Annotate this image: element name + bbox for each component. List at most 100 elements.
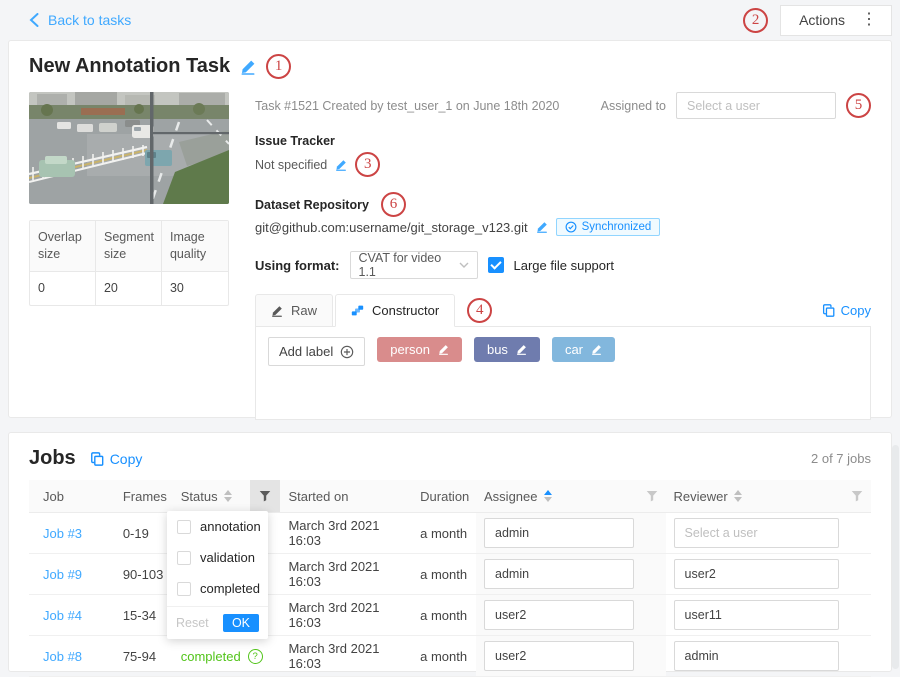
param-header-quality: Image quality: [162, 221, 228, 271]
edit-issue-tracker-icon[interactable]: [335, 159, 347, 171]
status-filter-button[interactable]: [250, 480, 280, 512]
task-meta-text: Task #1521 Created by test_user_1 on Jun…: [255, 99, 559, 113]
param-value-quality: 30: [162, 272, 228, 305]
annotation-circle-5: 5: [846, 93, 871, 118]
dataset-repository-label: Dataset Repository: [255, 198, 369, 212]
top-bar: Back to tasks 2 Actions ⋮: [0, 0, 900, 40]
filter-option-validation[interactable]: validation: [167, 542, 268, 573]
job-link[interactable]: Job #3: [43, 526, 82, 541]
job-frames: 0-19: [123, 526, 149, 541]
job-row: Job #4 15-34 March 3rd 2021 16:03 a mont…: [29, 595, 871, 636]
assignee-input[interactable]: [484, 559, 634, 589]
issue-tracker-value: Not specified: [255, 158, 327, 172]
task-title: New Annotation Task: [29, 55, 230, 78]
format-select[interactable]: CVAT for video 1.1: [350, 251, 478, 279]
filter-icon: [259, 490, 271, 502]
checkbox-validation[interactable]: [177, 551, 191, 565]
job-frames: 75-94: [123, 649, 156, 664]
label-chip-person[interactable]: person: [377, 337, 462, 362]
job-link[interactable]: Job #9: [43, 567, 82, 582]
jobs-table: Job Frames Status Started on Duration As…: [29, 480, 871, 677]
param-header-segment: Segment size: [96, 221, 162, 271]
question-circle-icon[interactable]: ?: [248, 649, 263, 664]
checkbox-completed[interactable]: [177, 582, 191, 596]
back-link-label: Back to tasks: [48, 12, 131, 28]
col-frames: Frames: [123, 489, 167, 504]
job-duration: a month: [420, 526, 467, 541]
jobs-title: Jobs: [29, 447, 76, 470]
annotation-circle-3: 3: [355, 152, 380, 177]
job-row: Job #3 0-19 March 3rd 2021 16:03 a month: [29, 513, 871, 554]
assigned-to-label: Assigned to: [601, 99, 666, 113]
synchronized-badge: Synchronized: [556, 218, 661, 236]
label-chip-car[interactable]: car: [552, 337, 615, 362]
job-started: March 3rd 2021 16:03: [288, 559, 404, 589]
back-to-tasks-link[interactable]: Back to tasks: [28, 12, 131, 28]
reviewer-input[interactable]: [674, 559, 839, 589]
jobs-count: 2 of 7 jobs: [811, 451, 871, 466]
job-duration: a month: [420, 649, 467, 664]
reviewer-input[interactable]: [674, 641, 839, 671]
assignee-input[interactable]: [484, 600, 634, 630]
job-started: March 3rd 2021 16:03: [288, 641, 404, 671]
checkbox-annotation[interactable]: [177, 520, 191, 534]
job-duration: a month: [420, 608, 467, 623]
copy-label: Copy: [841, 303, 871, 318]
check-circle-icon: [565, 221, 577, 233]
assignee-filter-icon[interactable]: [646, 490, 658, 502]
filter-option-annotation[interactable]: annotation: [167, 511, 268, 542]
param-value-segment: 20: [96, 272, 162, 305]
task-details-card: New Annotation Task 1: [8, 40, 892, 418]
actions-button-label: Actions: [799, 12, 845, 28]
pencil-icon: [271, 305, 283, 317]
add-label-button[interactable]: Add label: [268, 337, 365, 366]
build-icon: [351, 304, 364, 317]
col-job: Job: [43, 489, 64, 504]
large-file-support-label: Large file support: [514, 258, 614, 273]
col-status: Status: [181, 489, 218, 504]
annotation-circle-6: 6: [381, 192, 406, 217]
labels-copy-button[interactable]: Copy: [822, 303, 871, 318]
chevron-left-icon: [28, 13, 40, 27]
plus-circle-icon: [340, 345, 354, 359]
tab-raw-label: Raw: [291, 303, 317, 318]
jobs-copy-button[interactable]: Copy: [90, 451, 143, 467]
filter-option-completed-label: completed: [200, 581, 260, 596]
edit-repository-icon[interactable]: [536, 221, 548, 233]
actions-button[interactable]: Actions ⋮: [780, 5, 892, 36]
assignee-input[interactable]: [484, 518, 634, 548]
tab-constructor-label: Constructor: [372, 303, 439, 318]
job-frames: 15-34: [123, 608, 156, 623]
edit-label-icon[interactable]: [438, 344, 449, 355]
assigned-to-input[interactable]: [676, 92, 836, 119]
filter-ok-button[interactable]: OK: [223, 614, 259, 632]
reviewer-input[interactable]: [674, 518, 839, 548]
label-chip-person-name: person: [390, 342, 430, 357]
edit-label-icon[interactable]: [591, 344, 602, 355]
reviewer-filter-icon[interactable]: [851, 490, 863, 502]
jobs-copy-label: Copy: [110, 451, 143, 467]
dataset-repository-url[interactable]: git@github.com:username/git_storage_v123…: [255, 220, 528, 235]
job-link[interactable]: Job #8: [43, 649, 82, 664]
tab-constructor[interactable]: Constructor: [335, 294, 455, 327]
large-file-support-checkbox[interactable]: [488, 257, 504, 273]
assignee-input[interactable]: [484, 641, 634, 671]
job-link[interactable]: Job #4: [43, 608, 82, 623]
label-chip-bus[interactable]: bus: [474, 337, 540, 362]
edit-task-name-icon[interactable]: [240, 59, 256, 75]
filter-reset-button[interactable]: Reset: [176, 616, 209, 630]
task-preview-image: [29, 92, 229, 204]
scrollbar[interactable]: [892, 445, 899, 669]
copy-icon: [90, 452, 104, 466]
col-duration: Duration: [420, 489, 469, 504]
reviewer-input[interactable]: [674, 600, 839, 630]
edit-label-icon[interactable]: [516, 344, 527, 355]
status-sort-carets[interactable]: [224, 490, 232, 502]
tab-raw[interactable]: Raw: [255, 294, 333, 327]
job-started: March 3rd 2021 16:03: [288, 600, 404, 630]
jobs-table-header: Job Frames Status Started on Duration As…: [29, 480, 871, 513]
filter-option-completed[interactable]: completed: [167, 573, 268, 604]
reviewer-sort-carets[interactable]: [734, 490, 742, 502]
assignee-sort-carets[interactable]: [544, 490, 552, 502]
col-started: Started on: [288, 489, 348, 504]
